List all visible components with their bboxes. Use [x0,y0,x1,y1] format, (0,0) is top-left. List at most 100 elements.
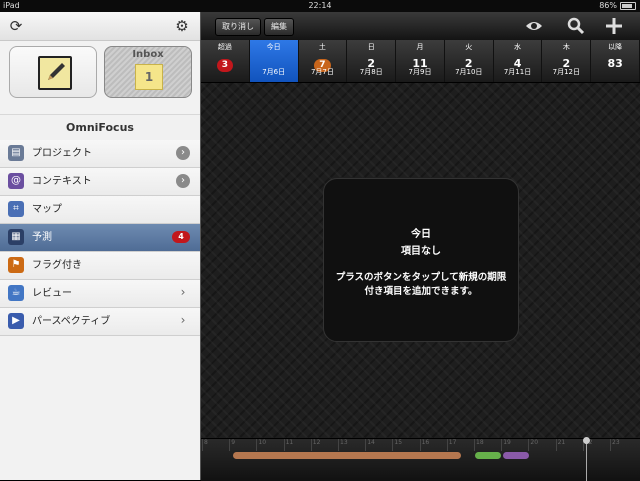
forecast-day-7[interactable]: 木 2 7月12日 [542,40,592,82]
contexts-icon: @ [8,173,24,189]
timeline-tick: 15 [392,439,402,451]
day-date: 7月6日 [262,68,286,76]
sidebar-item-label: コンテキスト [32,176,92,187]
battery-indicator: 86% [599,0,636,12]
day-date: 7月7日 [310,68,334,76]
timeline-tick: 20 [528,439,538,451]
pencil-icon [38,56,72,90]
forecast-day-5[interactable]: 火 2 7月10日 [445,40,494,82]
timeline-scrubber[interactable]: 232221201918171615141312111098 [201,437,640,481]
sidebar-toolbar: ⟳ ⚙ [0,12,200,41]
forecast-days-bar: 超過 3 今日 7月6日 土 7 7月7日日 2 7月8日月 11 7月9日火 2 7月10日水 4 7月1… [201,40,640,83]
day-label: 火 [465,43,473,51]
sidebar-item-label: パースペクティブ [32,316,111,327]
day-label: 木 [562,43,570,51]
timeline-tick: 11 [283,439,293,451]
sidebar-menu: ▤ プロジェクト › @ コンテキスト › ⌗ マップ ▦ 予測 4 ⚑ フラグ付き ☕ レビュー › ▶ パース… [0,140,200,336]
battery-icon [620,1,636,10]
sidebar: ⟳ ⚙ Inbox 1 OmniFocus ▤ プロジェクト › @ コンテキスト › ⌗ マ… [0,12,201,480]
forecast-view: 取り消し 編集 超過 3 今日 7月6日土 7 7月7日日 2 7月8日月 11 7月9日火 2 7月… [201,12,640,481]
empty-state-message: プラスのボタンをタップして新規の期限付き項目を追加できます。 [335,272,507,297]
day-date: 7月10日 [455,68,483,76]
chevron-right-icon[interactable]: › [176,146,190,160]
day-date: 7月8日 [359,68,383,76]
forecast-day-4[interactable]: 月 11 7月9日 [396,40,445,82]
eye-icon[interactable] [525,17,543,35]
day-count: 83 [607,57,623,70]
day-date: 7月9日 [408,68,432,76]
projects-icon: ▤ [8,145,24,161]
timeline-tick: 13 [338,439,348,451]
plus-icon[interactable] [605,17,623,35]
timeline-tick: 19 [501,439,511,451]
timeline-tick: 14 [365,439,375,451]
search-icon[interactable] [567,17,585,35]
battery-percent: 86% [599,1,617,10]
sidebar-item-4[interactable]: ⚑ フラグ付き [0,252,200,280]
undo-button[interactable]: 取り消し [215,18,261,36]
forecast-icon: ▦ [8,229,24,245]
forecast-day-2[interactable]: 土 7 7月7日 [299,40,348,82]
new-item-button[interactable] [9,46,97,98]
forecast-day-6[interactable]: 水 4 7月11日 [494,40,543,82]
main-toolbar: 取り消し 編集 [201,12,640,41]
timeline-bar-purple [503,452,529,459]
sidebar-item-label: 予測 [32,232,52,243]
sidebar-item-3[interactable]: ▦ 予測 4 [0,224,200,252]
day-date: 7月12日 [552,68,580,76]
day-label: 日 [367,43,375,51]
inbox-count: 1 [135,64,163,90]
perspectives-icon: ▶ [8,313,24,329]
clock: 22:14 [308,1,332,10]
chevron-right-icon[interactable]: › [176,286,190,300]
timeline-tick: 21 [555,439,565,451]
day-label: 超過 [217,43,232,51]
sidebar-item-6[interactable]: ▶ パースペクティブ › [0,308,200,336]
inbox-label: Inbox [132,49,164,60]
sidebar-item-0[interactable]: ▤ プロジェクト › [0,140,200,168]
day-count: 3 [216,59,234,72]
forecast-day-1[interactable]: 今日 7月6日 [249,40,299,82]
timeline-tick: 10 [256,439,266,451]
inbox-button[interactable]: Inbox 1 [104,46,192,98]
timeline-tick: 18 [474,439,484,451]
timeline-bar-orange [233,452,461,459]
empty-state-title: 今日 [411,229,431,240]
count-badge: 4 [172,231,190,243]
review-icon: ☕ [8,285,24,301]
sidebar-item-label: フラグ付き [32,260,82,271]
day-date: 7月11日 [503,68,532,76]
timeline-bar-green [475,452,501,459]
forecast-day-3[interactable]: 日 2 7月8日 [347,40,397,82]
timeline-tick: 9 [229,439,235,451]
chevron-right-icon[interactable]: › [176,314,190,328]
day-label: 今日 [266,43,281,51]
timeline-current-marker[interactable] [583,437,590,481]
day-label: 水 [514,43,522,51]
timeline-tick: 23 [610,439,620,451]
flag-icon: ⚑ [8,257,24,273]
sidebar-item-label: レビュー [32,288,72,299]
timeline-tick: 12 [310,439,320,451]
timeline-tick: 8 [202,439,208,451]
day-label: 土 [318,43,326,51]
sidebar-item-2[interactable]: ⌗ マップ [0,196,200,224]
sidebar-item-label: マップ [32,204,62,215]
forecast-day-0[interactable]: 超過 3 [201,40,250,82]
day-label: 月 [416,43,424,51]
timeline-tick: 16 [419,439,429,451]
gear-icon[interactable]: ⚙ [174,18,190,34]
empty-state-card: 今日 項目なし プラスのボタンをタップして新規の期限付き項目を追加できます。 [323,178,519,342]
empty-state-subtitle: 項目なし [401,246,441,257]
timeline-tick: 17 [446,439,456,451]
sidebar-item-5[interactable]: ☕ レビュー › [0,280,200,308]
chevron-right-icon[interactable]: › [176,174,190,188]
day-label: 以降 [608,43,623,51]
edit-button[interactable]: 編集 [264,18,294,36]
forecast-day-8[interactable]: 以降 83 [591,40,640,82]
sync-icon[interactable]: ⟳ [8,18,24,34]
map-icon: ⌗ [8,201,24,217]
sidebar-title: OmniFocus [0,114,200,141]
status-bar: iPad 22:14 86% [0,0,640,12]
sidebar-item-1[interactable]: @ コンテキスト › [0,168,200,196]
